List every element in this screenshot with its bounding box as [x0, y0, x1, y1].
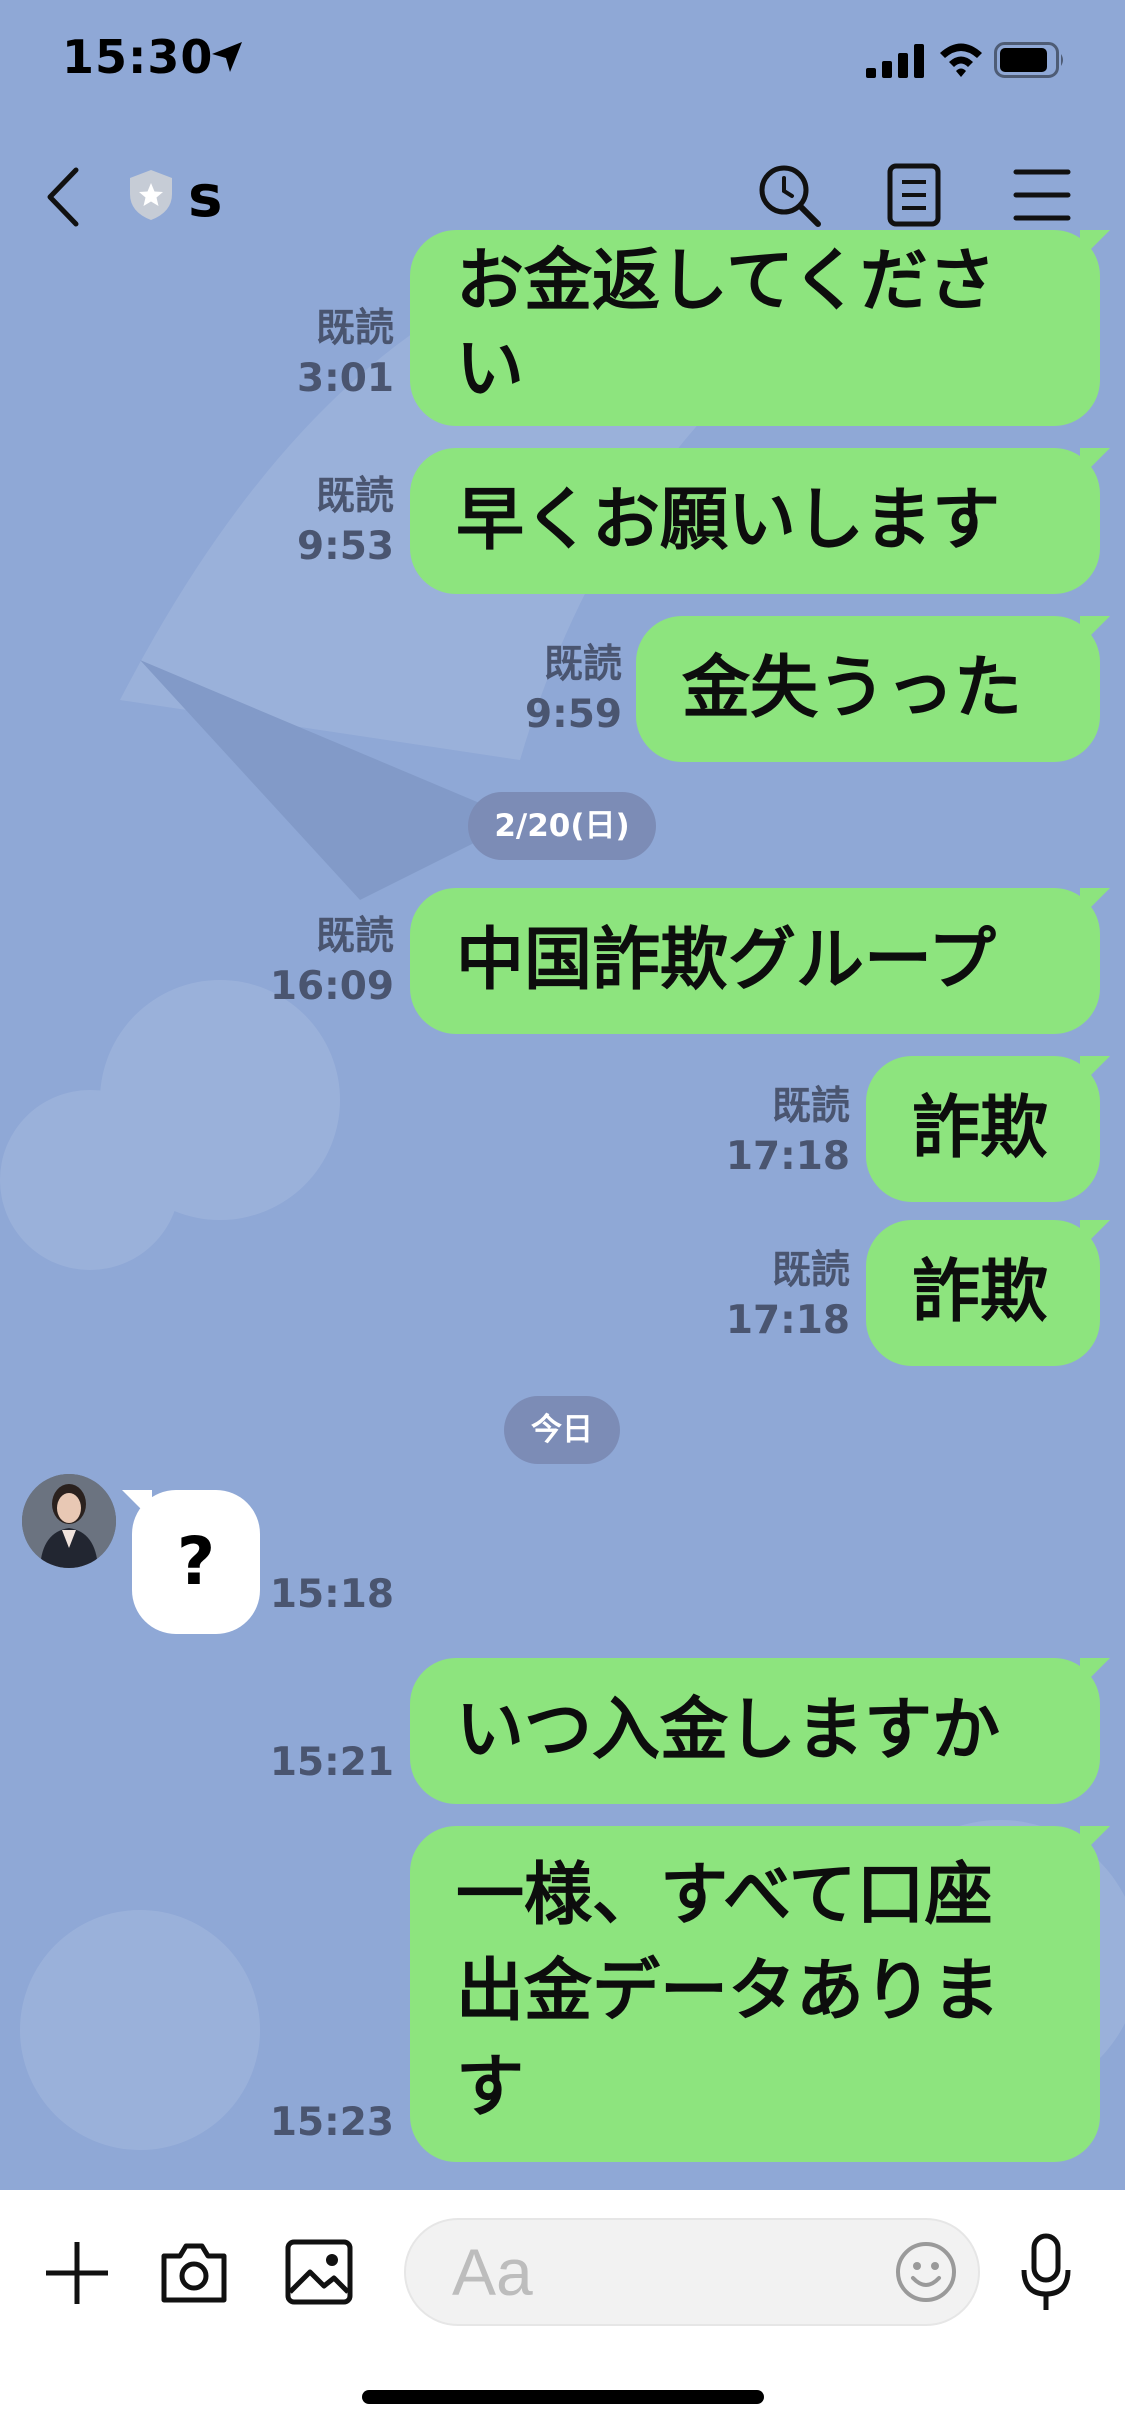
avatar[interactable]	[22, 1474, 116, 1568]
message-bubble-outgoing[interactable]: 中国詐欺グループ	[410, 888, 1100, 1034]
message-meta: 既読 9:53	[296, 474, 394, 569]
message-bubble-outgoing[interactable]: 詐欺	[866, 1056, 1100, 1202]
message-time: 15:23	[269, 2100, 394, 2145]
notes-icon[interactable]	[886, 162, 942, 228]
menu-icon[interactable]	[1012, 166, 1072, 224]
message-text: 一様、すべて口座出金データあります	[456, 1856, 1001, 2127]
shield-badge-icon	[130, 170, 172, 220]
message-bubble-outgoing[interactable]: いつ入金しますか	[410, 1658, 1100, 1804]
date-separator: 今日	[504, 1396, 620, 1464]
message-text: お金返してくださ い	[456, 242, 996, 409]
message-text: 早くお願いします	[456, 481, 1001, 560]
message-bubble-incoming[interactable]: ?	[132, 1490, 260, 1634]
camera-icon[interactable]	[158, 2238, 230, 2306]
message-list[interactable]: 既読 3:01 お金返してくださ い 既読 9:53 早くお願いします 既読 9…	[0, 0, 1125, 2190]
microphone-icon[interactable]	[1018, 2232, 1074, 2314]
message-meta: 既読 9:59	[524, 642, 622, 737]
message-text: 金失うった	[682, 649, 1023, 728]
plus-icon[interactable]	[44, 2240, 110, 2306]
avatar-icon	[22, 1474, 116, 1568]
location-arrow-icon	[212, 42, 242, 72]
message-time: 15:21	[269, 1740, 394, 1785]
chat-title: s	[188, 162, 223, 230]
message-meta: 既読 17:18	[725, 1248, 850, 1343]
message-bubble-outgoing[interactable]: 一様、すべて口座出金データあります	[410, 1826, 1100, 2162]
search-icon[interactable]	[756, 162, 822, 228]
emoji-icon[interactable]	[894, 2240, 958, 2304]
message-text: いつ入金しますか	[456, 1691, 1001, 1770]
status-time: 15:30	[62, 30, 214, 84]
message-text: 詐欺	[912, 1089, 1049, 1168]
home-indicator	[362, 2390, 764, 2404]
wifi-icon	[940, 43, 982, 77]
message-input-bar	[0, 2190, 1125, 2436]
back-chevron-icon[interactable]	[40, 162, 90, 232]
message-time: 15:18	[269, 1572, 394, 1617]
message-meta: 既読 3:01	[296, 306, 394, 401]
message-text: 詐欺	[912, 1253, 1049, 1332]
message-bubble-outgoing[interactable]: 金失うった	[636, 616, 1100, 762]
chat-header: s	[0, 140, 1125, 250]
cellular-signal-icon	[866, 44, 924, 78]
image-icon[interactable]	[284, 2238, 354, 2306]
message-bubble-outgoing[interactable]: 詐欺	[866, 1220, 1100, 1366]
message-bubble-outgoing[interactable]: お金返してくださ い	[410, 230, 1100, 426]
message-meta: 既読 16:09	[269, 914, 394, 1009]
message-meta: 既読 17:18	[725, 1084, 850, 1179]
date-separator: 2/20(日)	[468, 792, 656, 860]
battery-icon	[994, 42, 1063, 78]
message-bubble-outgoing[interactable]: 早くお願いします	[410, 448, 1100, 594]
chat-screen: 既読 3:01 お金返してくださ い 既読 9:53 早くお願いします 既読 9…	[0, 0, 1125, 2436]
status-bar: 15:30	[0, 0, 1125, 120]
message-text: ?	[176, 1523, 216, 1600]
message-text: 中国詐欺グループ	[456, 921, 996, 1000]
